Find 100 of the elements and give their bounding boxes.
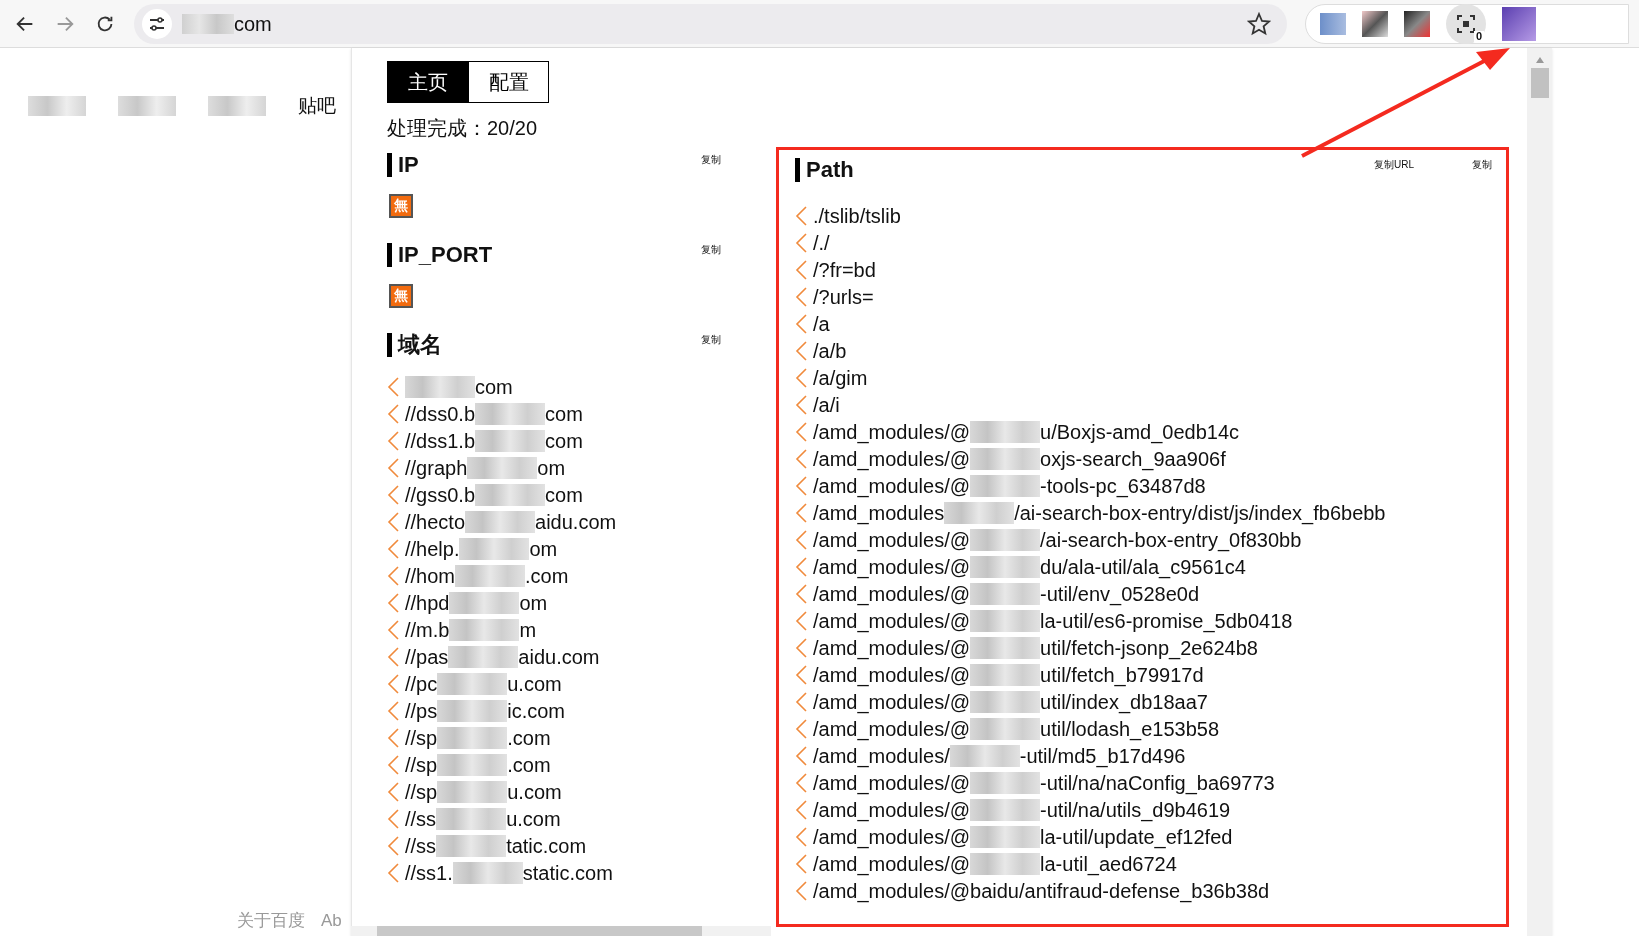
- chevron-icon: [387, 511, 399, 532]
- status-text: 处理完成：20/20: [387, 116, 539, 139]
- scrollbar[interactable]: [1527, 48, 1552, 936]
- empty-badge: 無: [389, 193, 413, 218]
- section-title: 域名: [398, 334, 442, 356]
- pixelated-blur: [182, 13, 234, 34]
- pixelated-blur: [970, 825, 1041, 848]
- pixelated-blur: [970, 447, 1041, 470]
- copy-button[interactable]: 复制: [701, 335, 721, 345]
- bookmark-star-icon[interactable]: [1247, 11, 1271, 36]
- heading-bar: [387, 243, 392, 267]
- pixelated-blur: [467, 456, 538, 479]
- section-title: Path: [806, 159, 854, 181]
- pixelated-blur: [436, 807, 507, 830]
- pixelated-blur: [475, 402, 546, 425]
- pixelated-blur: [459, 537, 530, 560]
- heading-bar: [387, 153, 392, 177]
- chevron-icon: [795, 826, 807, 847]
- pixelated-blur: [465, 510, 536, 533]
- chevron-icon: [795, 853, 807, 874]
- chevron-icon: [795, 313, 807, 334]
- pixelated-blur: [437, 726, 508, 749]
- chevron-icon: [795, 799, 807, 820]
- chevron-icon: [387, 430, 399, 451]
- chevron-icon: [387, 592, 399, 613]
- chevron-icon: [795, 691, 807, 712]
- pixelated-blur: [970, 771, 1041, 794]
- copy-button[interactable]: 复制: [1472, 160, 1492, 170]
- chevron-icon: [387, 619, 399, 640]
- pixelated-blur: [970, 420, 1041, 443]
- copy-button[interactable]: 复制URL: [1374, 160, 1414, 170]
- pixelated-blur: [970, 852, 1041, 875]
- chevron-icon: [795, 772, 807, 793]
- empty-badge: 無: [389, 283, 413, 308]
- tab[interactable]: 主页: [387, 61, 468, 103]
- chevron-icon: [795, 448, 807, 469]
- scan-icon: [1456, 13, 1476, 34]
- pixelated-blur: [970, 609, 1041, 632]
- copy-button[interactable]: 复制: [701, 245, 721, 255]
- pixelated-blur: [970, 636, 1041, 659]
- site-settings-icon[interactable]: [142, 8, 172, 39]
- chevron-icon: [387, 727, 399, 748]
- pixelated-blur: [436, 834, 507, 857]
- chevron-icon: [795, 745, 807, 766]
- list-item-text[interactable]: com: [475, 371, 513, 402]
- pixelated-blur: [437, 672, 508, 695]
- pixelated-blur: [449, 591, 520, 614]
- heading-bar: [387, 333, 392, 357]
- pixelated-blur: [970, 690, 1041, 713]
- chevron-icon: [795, 502, 807, 523]
- horizontal-scrollbar[interactable]: [351, 926, 771, 936]
- copy-button[interactable]: 复制: [701, 155, 721, 165]
- chevron-icon: [387, 646, 399, 667]
- pixelated-blur: [449, 618, 520, 641]
- pixelated-blur: [970, 474, 1041, 497]
- pixelated-blur: [448, 645, 519, 668]
- pixelated-blur: [405, 375, 475, 398]
- pixelated-blur: [970, 663, 1041, 686]
- chevron-icon: [387, 754, 399, 775]
- chevron-icon: [387, 457, 399, 478]
- url-text: com: [234, 11, 272, 37]
- tab[interactable]: 配置: [468, 61, 549, 103]
- chevron-icon: [795, 610, 807, 631]
- pixelated-blur: [949, 744, 1020, 767]
- address-bar[interactable]: com: [134, 3, 1287, 44]
- chevron-icon: [387, 484, 399, 505]
- chevron-icon: [795, 340, 807, 361]
- chevron-icon: [795, 556, 807, 577]
- pixelated-blur: [970, 528, 1041, 551]
- pixelated-blur: [208, 96, 266, 117]
- chevron-icon: [795, 664, 807, 685]
- pixelated-blur: [970, 798, 1041, 821]
- chevron-icon: [387, 781, 399, 802]
- extension-icon[interactable]: [1404, 10, 1430, 37]
- pixelated-blur: [970, 582, 1041, 605]
- chevron-icon: [387, 565, 399, 586]
- chevron-icon: [387, 835, 399, 856]
- pixelated-blur: [437, 780, 508, 803]
- extension-icon[interactable]: [1502, 6, 1536, 41]
- chevron-icon: [795, 583, 807, 604]
- chevron-icon: [795, 475, 807, 496]
- nav-link[interactable]: 贴吧: [298, 92, 336, 121]
- scrollbar-thumb[interactable]: [1530, 68, 1549, 98]
- pixelated-blur: [118, 96, 176, 117]
- pixelated-blur: [452, 861, 523, 884]
- chevron-icon: [795, 718, 807, 739]
- heading-bar: [795, 158, 800, 182]
- extension-icon[interactable]: [1362, 10, 1388, 37]
- chevron-icon: [795, 637, 807, 658]
- chevron-icon: [795, 529, 807, 550]
- chevron-icon: [387, 673, 399, 694]
- scrollbar-thumb[interactable]: [377, 926, 702, 936]
- pixelated-blur: [455, 564, 526, 587]
- pixelated-blur: [944, 501, 1015, 524]
- chevron-icon: [795, 394, 807, 415]
- chevron-icon: [387, 862, 399, 883]
- pixelated-blur: [970, 717, 1041, 740]
- extension-button[interactable]: 0: [1446, 3, 1486, 44]
- pixelated-blur: [475, 429, 546, 452]
- chevron-icon: [795, 421, 807, 442]
